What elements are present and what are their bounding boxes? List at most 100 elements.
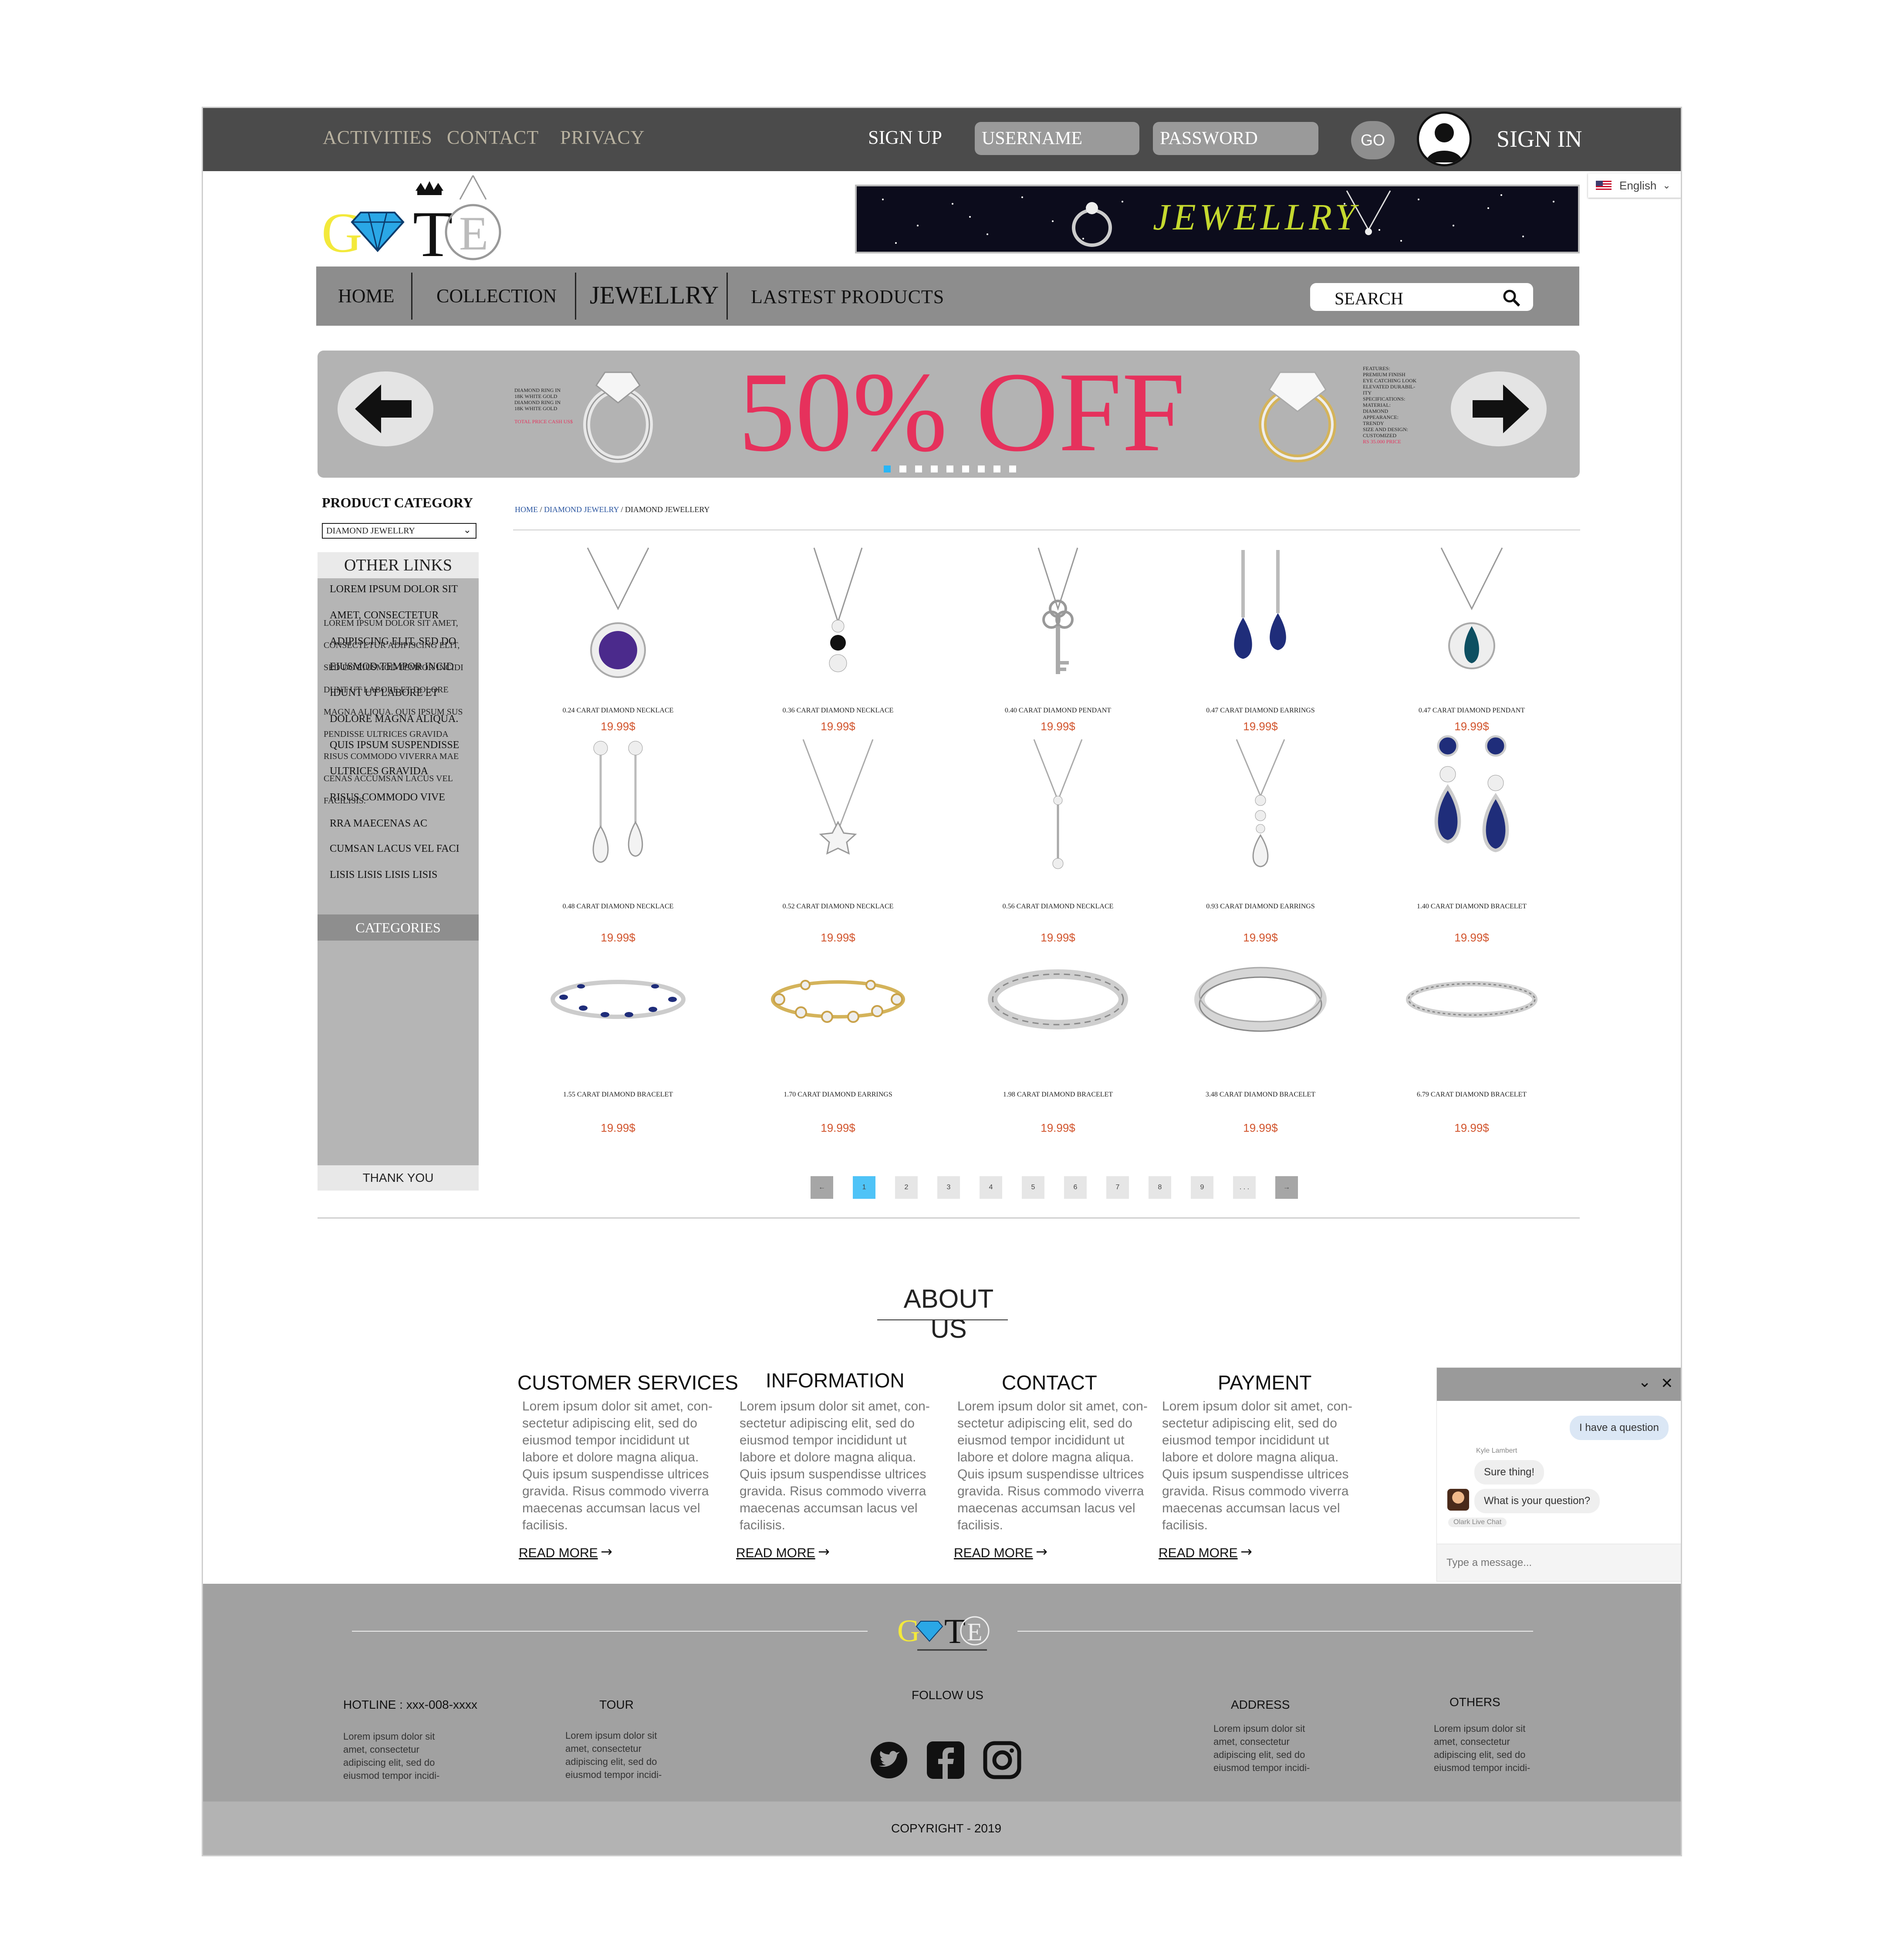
product-name[interactable]: 3.48 CARAT DIAMOND BRACELET [1184,1091,1337,1099]
product-name[interactable]: 0.40 CARAT DIAMOND PENDANT [982,707,1134,715]
contact-link[interactable]: CONTACT [447,126,539,148]
product-image[interactable] [1189,928,1332,1071]
product-name[interactable]: 1.98 CARAT DIAMOND BRACELET [982,1091,1134,1099]
footer-logo[interactable]: G T E [895,1599,991,1652]
instagram-icon[interactable] [983,1741,1022,1780]
page-prev-button[interactable]: ← [811,1176,833,1199]
privacy-link[interactable]: PRIVACY [560,126,645,148]
sidebar-link[interactable]: RRA MAECENAS AC [330,818,427,830]
product-name[interactable]: 1.55 CARAT DIAMOND BRACELET [542,1091,694,1099]
nav-latest-products[interactable]: LASTEST PRODUCTS [751,286,944,308]
slider-dot[interactable] [915,466,922,472]
slider-next-button[interactable] [1451,371,1547,446]
username-input[interactable] [975,122,1139,155]
arrow-right-icon[interactable]: → [601,1543,612,1560]
product-name[interactable]: 6.79 CARAT DIAMOND BRACELET [1395,1091,1548,1099]
slider-dot[interactable] [946,466,953,472]
product-image[interactable] [986,928,1130,1071]
read-more-link[interactable]: READ MORE [736,1546,815,1561]
breadcrumb-home[interactable]: HOME [515,505,538,514]
breadcrumb-diamond-jewelry[interactable]: DIAMOND JEWELRY [544,505,619,514]
chevron-down-icon[interactable]: ⌄ [1638,1373,1651,1391]
arrow-right-icon[interactable]: → [1240,1543,1252,1560]
page-number[interactable]: 2 [895,1176,918,1199]
nav-divider [726,273,728,320]
product-image[interactable] [1189,543,1332,687]
product-image[interactable] [766,928,910,1071]
language-selector[interactable]: English ⌄ [1588,173,1681,198]
page-next-button[interactable]: → [1275,1176,1298,1199]
product-image[interactable] [986,543,1130,687]
footer-hotline[interactable]: HOTLINE : xxx-008-xxxx [343,1698,477,1712]
go-button[interactable]: GO [1351,121,1395,159]
slider-prev-button[interactable] [338,371,433,446]
page-number[interactable]: 8 [1149,1176,1171,1199]
product-name[interactable]: 0.56 CARAT DIAMOND NECKLACE [982,903,1134,911]
page-number[interactable]: . . . [1233,1176,1256,1199]
page-number[interactable]: 3 [937,1176,960,1199]
product-name[interactable]: 1.40 CARAT DIAMOND BRACELET [1395,903,1548,911]
slider-dot[interactable] [884,466,891,472]
read-more-link[interactable]: READ MORE [519,1546,598,1561]
footer: G T E HOTLINE : xxx-008-xxxx TOUR FOLLOW… [203,1584,1681,1801]
nav-jewellry[interactable]: JEWELLRY [590,280,719,310]
chat-brand-tag[interactable]: Olark Live Chat [1448,1518,1507,1527]
page-number[interactable]: 6 [1064,1176,1087,1199]
product-image[interactable] [986,735,1130,879]
product-image[interactable] [1400,735,1544,879]
activities-link[interactable]: ACTIVITIES [323,126,432,148]
product-image[interactable] [766,735,910,879]
page-number[interactable]: 9 [1191,1176,1213,1199]
user-avatar-icon[interactable] [1417,111,1472,166]
product-category-title: PRODUCT CATEGORY [322,495,473,510]
close-icon[interactable]: ✕ [1661,1375,1673,1392]
sign-up-link[interactable]: SIGN UP [868,126,942,148]
arrow-right-icon[interactable]: → [818,1543,830,1560]
product-image[interactable] [766,543,910,687]
sign-in-link[interactable]: SIGN IN [1497,125,1582,152]
slider-dot[interactable] [993,466,1000,472]
product-image[interactable] [1400,928,1544,1071]
nav-collection[interactable]: COLLECTION [436,285,557,307]
sidebar-link[interactable]: QUIS IPSUM SUSPENDISSE [330,739,459,751]
product-image[interactable] [546,928,690,1071]
sidebar-link[interactable]: CUMSAN LACUS VEL FACI [330,843,460,855]
product-name[interactable]: 0.48 CARAT DIAMOND NECKLACE [542,903,694,911]
slider-dot[interactable] [931,466,938,472]
product-category-select[interactable]: DIAMOND JEWELLRY ⌄ [322,523,476,539]
product-name[interactable]: 0.24 CARAT DIAMOND NECKLACE [542,707,694,715]
product-image[interactable] [546,543,690,687]
search-box[interactable]: SEARCH [1310,283,1533,311]
sidebar-link[interactable]: LISIS LISIS LISIS LISIS [330,869,437,881]
slider-dot[interactable] [899,466,906,472]
agent-avatar [1447,1489,1469,1511]
slider-dot[interactable] [978,466,985,472]
nav-home[interactable]: HOME [338,285,395,307]
product-image[interactable] [1189,735,1332,879]
page-number[interactable]: 4 [980,1176,1002,1199]
sidebar-link[interactable]: LOREM IPSUM DOLOR SIT [330,584,458,595]
jewellry-banner[interactable]: JEWELLRY [855,185,1580,253]
arrow-right-icon[interactable]: → [1036,1543,1047,1560]
read-more-link[interactable]: READ MORE [1159,1546,1238,1561]
twitter-icon[interactable] [869,1741,909,1780]
product-name[interactable]: 0.93 CARAT DIAMOND EARRINGS [1184,903,1337,911]
product-name[interactable]: 1.70 CARAT DIAMOND EARRINGS [762,1091,914,1099]
page-number[interactable]: 7 [1106,1176,1129,1199]
product-name[interactable]: 0.47 CARAT DIAMOND EARRINGS [1184,707,1337,715]
product-image[interactable] [546,735,690,879]
facebook-icon[interactable] [926,1741,965,1780]
product-name[interactable]: 0.52 CARAT DIAMOND NECKLACE [762,903,914,911]
product-image[interactable] [1400,543,1544,687]
page-number[interactable]: 1 [853,1176,875,1199]
read-more-link[interactable]: READ MORE [954,1546,1033,1561]
slider-dot[interactable] [962,466,969,472]
search-icon[interactable] [1502,288,1521,307]
chat-message-input[interactable] [1437,1544,1681,1581]
product-name[interactable]: 0.47 CARAT DIAMOND PENDANT [1395,707,1548,715]
password-input[interactable] [1153,122,1318,155]
slider-dot[interactable] [1009,466,1016,472]
site-logo[interactable]: G T E [321,173,503,270]
page-number[interactable]: 5 [1022,1176,1044,1199]
product-name[interactable]: 0.36 CARAT DIAMOND NECKLACE [762,707,914,715]
